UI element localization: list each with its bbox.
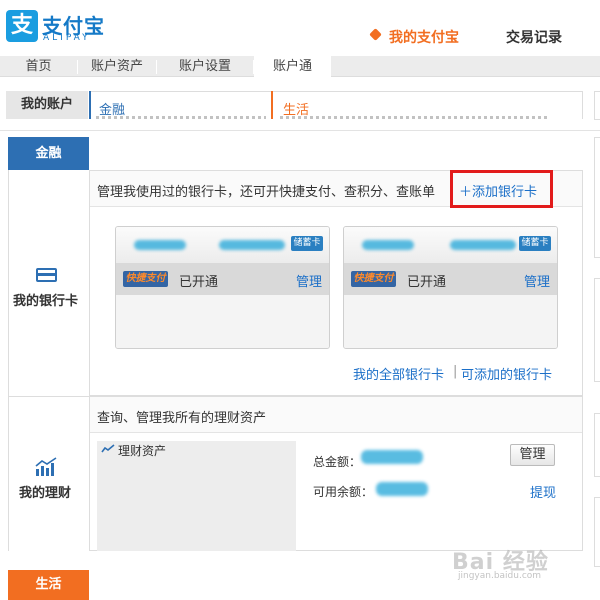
my-wealth-label[interactable]: 我的理财 <box>19 482 71 501</box>
card-footer <box>344 295 557 348</box>
redacted-total-amount <box>361 450 423 464</box>
subnav-settings[interactable]: 账户设置 <box>157 56 253 77</box>
life-accent-bar <box>271 91 273 119</box>
bank-card-icon <box>36 268 57 282</box>
nav-my-alipay[interactable]: 我的支付宝 <box>389 27 459 47</box>
finance-accent-bar <box>89 91 91 119</box>
link-separator: | <box>453 364 458 379</box>
side-panel-edge <box>594 497 600 567</box>
nav-trade-records[interactable]: 交易记录 <box>506 27 562 47</box>
brand-name-en: ALIPAY <box>43 33 91 43</box>
redacted-card-number <box>219 240 285 250</box>
clipped-text-row <box>96 116 266 119</box>
total-amount-label: 总金额： <box>313 455 362 469</box>
card-manage-link[interactable]: 管理 <box>524 271 550 290</box>
bank-card[interactable]: 储蓄卡 快捷支付 已开通 管理 <box>115 226 330 349</box>
side-panel-edge <box>594 278 600 382</box>
card-manage-link[interactable]: 管理 <box>296 271 322 290</box>
debit-card-badge: 储蓄卡 <box>291 236 323 251</box>
alipay-logo-icon[interactable]: 支 <box>6 10 38 42</box>
bank-card[interactable]: 储蓄卡 快捷支付 已开通 管理 <box>343 226 558 349</box>
side-panel-edge <box>594 137 600 258</box>
redacted-card-number <box>450 240 516 250</box>
tab-life[interactable]: 生活 <box>8 570 89 600</box>
sub-navigation: 首页 账户资产 账户设置 账户通 <box>0 56 600 77</box>
express-pay-label: 快捷支付 <box>125 273 166 284</box>
side-panel-edge <box>594 413 600 477</box>
trend-chart-icon <box>35 457 57 476</box>
wealth-heading: 查询、管理我所有的理财资产 <box>97 411 267 426</box>
trend-line-icon <box>101 444 115 453</box>
my-account-label: 我的账户 <box>6 91 88 119</box>
redacted-available-balance <box>376 482 428 496</box>
card-footer <box>116 295 329 348</box>
subnav-account-link[interactable]: 账户通 <box>254 56 331 77</box>
side-panel-edge <box>594 91 600 120</box>
withdraw-link[interactable]: 提现 <box>530 482 556 501</box>
addable-cards-link[interactable]: 可添加的银行卡 <box>461 364 552 383</box>
all-bank-cards-link[interactable]: 我的全部银行卡 <box>353 364 444 383</box>
bank-card-heading: 管理我使用过的银行卡，还可开快捷支付、查积分、查账单 <box>97 185 436 200</box>
my-bank-cards-label[interactable]: 我的银行卡 <box>13 290 78 309</box>
card-status: 已开通 <box>407 275 447 290</box>
redacted-bank-name <box>134 240 186 250</box>
section-divider <box>8 396 89 397</box>
wealth-assets-title: 理财资产 <box>118 444 167 458</box>
watermark-url: jingyan.baidu.com <box>458 571 542 581</box>
available-balance-label: 可用余额： <box>313 485 374 499</box>
debit-card-badge: 储蓄卡 <box>519 236 551 251</box>
redacted-bank-name <box>362 240 414 250</box>
active-indicator-icon <box>369 28 382 41</box>
subnav-assets[interactable]: 账户资产 <box>78 56 156 77</box>
clipped-text-row <box>280 116 550 119</box>
add-bank-card-link[interactable]: ＋添加银行卡 <box>459 181 537 200</box>
card-status: 已开通 <box>179 275 219 290</box>
express-pay-logo-icon: 快捷支付 <box>123 271 168 287</box>
express-pay-label: 快捷支付 <box>353 273 394 284</box>
wealth-manage-button[interactable]: 管理 <box>510 444 555 466</box>
account-overview-panel <box>89 91 583 119</box>
alipay-page: 支 支付宝 ALIPAY 我的支付宝 交易记录 首页 账户资产 账户设置 账户通… <box>0 0 600 600</box>
tab-finance[interactable]: 金融 <box>8 137 89 170</box>
express-pay-logo-icon: 快捷支付 <box>351 271 396 287</box>
subnav-home[interactable]: 首页 <box>0 56 77 77</box>
section-divider <box>0 130 600 131</box>
